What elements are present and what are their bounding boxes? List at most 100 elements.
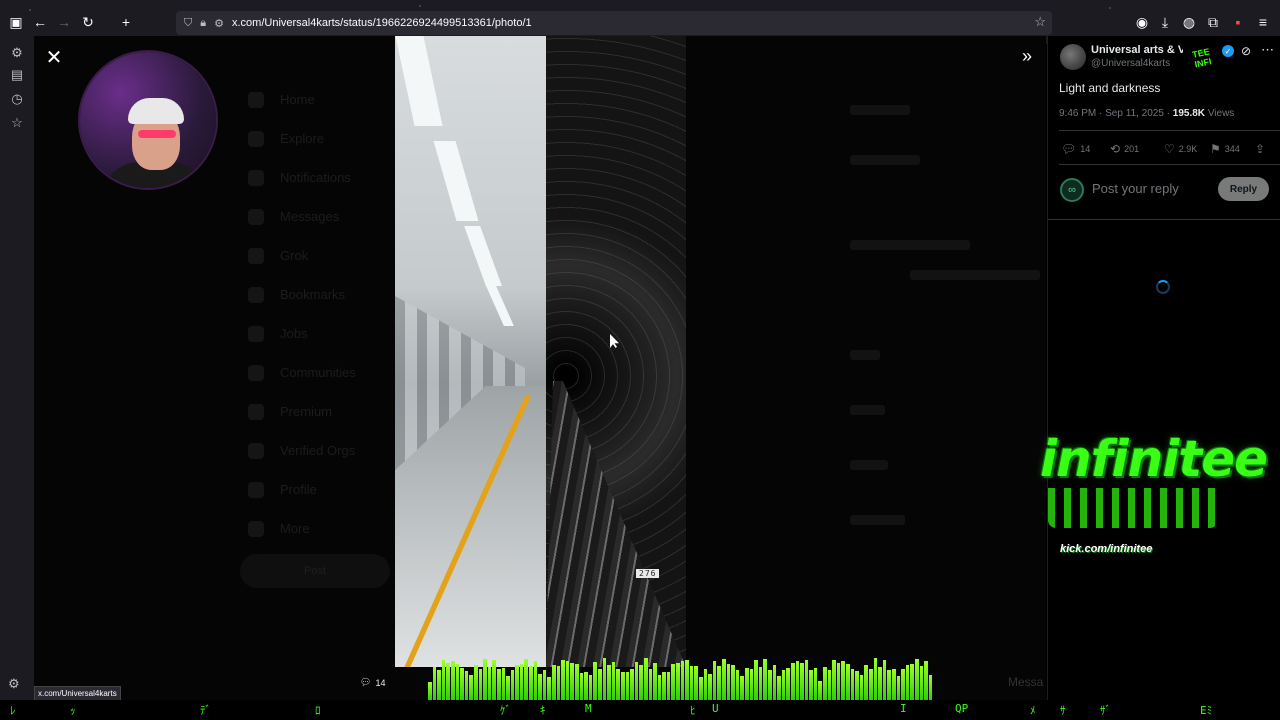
new-tab-icon[interactable]: + [116,12,136,32]
back-icon[interactable]: ← [30,12,50,32]
comment-count-value: 14 [375,677,386,688]
ghost-nav: Home Explore Notifications Messages Grok… [248,80,408,548]
visualizer-bar [639,665,643,700]
visualizer-bar [896,675,901,700]
ghost-line [850,105,910,115]
visualizer-bar [689,666,694,700]
author-handle[interactable]: @Universal4karts [1091,58,1170,69]
ghost-post-label: Post [303,565,326,577]
ghost-nav-item: Profile [248,470,408,509]
menu-icon[interactable]: ≡ [1253,12,1273,32]
reply-input[interactable]: Post your reply [1092,181,1179,196]
reply-action[interactable]: 💬︎ 14 [1061,142,1090,156]
account-icon[interactable]: ◍ [1179,12,1199,32]
screenshot-icon[interactable]: ◉ [1132,12,1152,32]
tabs-icon[interactable]: ▤ [8,66,26,84]
shield-icon[interactable]: ⛉ [184,17,192,30]
downloads-icon[interactable]: ⤓ [1155,12,1175,32]
tweet-views-label: Views [1207,108,1235,119]
matrix-glyph: ﾛ [315,704,321,717]
collapse-panel-icon[interactable]: » [1016,45,1038,67]
bookmarks-icon[interactable]: ☆ [8,114,26,132]
author-avatar[interactable] [1060,44,1086,70]
repost-count: 201 [1124,144,1140,154]
photo-comment-count[interactable]: 💬︎ 14 [360,677,385,688]
matrix-glyph: QP [955,702,969,715]
ghost-nav-item: Explore [248,119,408,158]
more-options-icon[interactable]: ⋯ [1261,42,1274,58]
url-text[interactable]: x.com/Universal4karts/status/19662269244… [232,17,532,29]
visualizer-bar [827,669,832,700]
matrix-glyph: I [900,702,907,715]
tweet-photo[interactable]: 276 [395,36,686,667]
repost-action[interactable]: ⟲ 201 [1110,142,1139,156]
visualizer-bar [662,672,666,700]
visualizer-bar [731,665,735,700]
reply-button[interactable]: Reply [1218,177,1269,201]
bookmark-action[interactable]: ⚑ 344 [1210,142,1240,156]
visualizer-bar [620,672,625,700]
visualizer-bar [588,674,593,700]
ghost-nav-item: Verified Orgs [248,431,408,470]
visualizer-bar [565,661,570,700]
visualizer-bar [676,662,680,700]
url-bar[interactable]: ⛉ 🔒︎ ⚙ x.com/Universal4karts/status/1966… [176,11,1052,35]
tweet-meta: 9:46 PM · Sep 11, 2025 · 195.8K Views [1059,108,1234,119]
bell-icon [248,169,264,186]
visualizer-bar [910,663,914,700]
ghost-nav-item: More [248,509,408,548]
visualizer-bar [786,668,790,700]
bookmark-star-icon[interactable]: ☆ [1034,14,1046,30]
extensions-icon[interactable]: ⧉ [1203,12,1223,32]
matrix-glyph: Eﾐ [1200,704,1213,717]
visualizer-bar [648,668,653,700]
matrix-glyph: ｻﾞ [1100,704,1111,717]
tweet-side-panel: Universal arts & V ✓ @Universal4karts ⊘ … [1047,36,1280,720]
reply-icon: 💬︎ [1061,142,1077,156]
permissions-icon[interactable]: ⚙ [214,17,224,30]
visualizer-bar [914,658,919,700]
visualizer-bar [464,670,469,700]
author-name[interactable]: Universal arts & V [1091,44,1186,56]
settings-icon[interactable]: ⚙ [8,44,26,62]
grok-icon[interactable]: ⊘ [1241,44,1251,58]
matrix-glyph: M [585,702,592,715]
lock-icon[interactable]: 🔒︎ [200,17,206,30]
ghost-nav-label: Communities [280,365,356,380]
forward-icon[interactable]: → [54,12,74,32]
like-count: 2.9K [1178,144,1198,154]
sidebar-toggle-icon[interactable]: ▣ [6,12,26,32]
ghost-line [910,270,1040,280]
home-icon [248,91,264,108]
ghost-nav-label: Messages [280,209,340,224]
comment-icon: 💬︎ [360,677,372,687]
visualizer-bar [611,662,616,700]
extension-badge-icon[interactable]: ▪ [1228,12,1248,32]
visualizer-bar [492,659,496,700]
visualizer-bar [428,682,432,700]
visualizer-bar [777,676,781,700]
visualizer-bar [506,676,510,700]
like-action[interactable]: ♡ 2.9K [1164,142,1197,156]
ghost-line [850,405,885,415]
tweet-timestamp[interactable]: 9:46 PM · Sep 11, 2025 · [1059,108,1170,119]
share-action[interactable]: ⇪ [1255,142,1265,156]
visualizer-bar [529,665,533,700]
ghost-line [850,155,920,165]
history-icon[interactable]: ◷ [8,90,26,108]
ghost-nav-item: Grok [248,236,408,275]
customize-gear-icon[interactable]: ⚙ [8,676,20,692]
visualizer-bar [441,660,446,700]
reload-icon[interactable]: ↻ [78,12,98,32]
ghost-nav-item: Messages [248,197,408,236]
close-icon[interactable]: ✕ [42,45,66,69]
matrix-glyph: ｷ [540,704,546,717]
visualizer-bar [832,659,836,700]
visualizer-bar [901,669,905,700]
verified-badge-icon: ✓ [1222,45,1234,57]
visualizer-bar [781,670,786,700]
ghost-nav-label: Jobs [280,326,308,341]
visualizer-bar [749,668,754,700]
my-avatar: ∞ [1060,178,1084,202]
visualizer-bar [437,670,441,700]
